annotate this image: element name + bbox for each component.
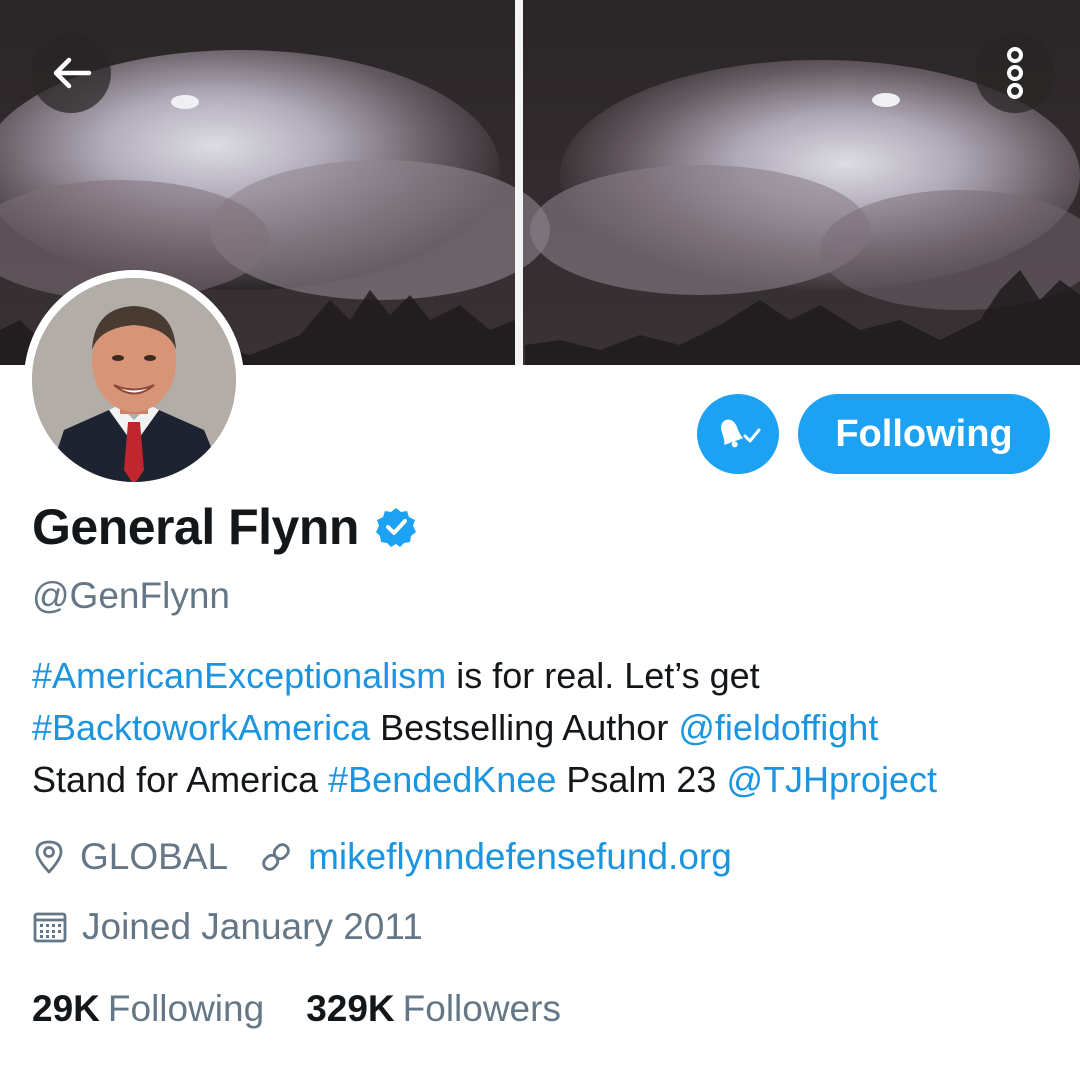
bio-line: #AmericanExceptionalism is for real. Let… — [32, 650, 1062, 702]
profile-meta-location-row: GLOBAL mikeflynndefensefund.org — [32, 836, 732, 878]
profile-handle: @GenFlynn — [32, 575, 230, 616]
followers-stat[interactable]: 329K Followers — [306, 988, 561, 1030]
profile-name-row: General Flynn — [32, 498, 417, 556]
arrow-left-icon — [53, 57, 92, 89]
following-button[interactable]: Following — [798, 394, 1050, 474]
profile-website-link[interactable]: mikeflynndefensefund.org — [308, 836, 732, 878]
hashtag-link[interactable]: #BendedKnee — [328, 759, 556, 800]
bio-text: Psalm 23 — [556, 759, 727, 800]
more-vertical-icon — [1007, 47, 1023, 99]
more-options-button[interactable] — [975, 33, 1055, 113]
following-count: 29K — [32, 988, 100, 1029]
profile-photo — [24, 270, 244, 490]
avatar[interactable] — [24, 270, 244, 490]
bell-check-icon — [721, 419, 761, 448]
back-button[interactable] — [31, 33, 111, 113]
location-pin-icon — [32, 839, 66, 875]
following-stat[interactable]: 29K Following — [32, 988, 264, 1030]
profile-joined-date: Joined January 2011 — [82, 906, 423, 947]
bio-line: Stand for America #BendedKnee Psalm 23 @… — [32, 754, 1062, 806]
bio-text: is for real. Let’s get — [446, 655, 760, 696]
profile-bio: #AmericanExceptionalism is for real. Let… — [32, 650, 1062, 806]
verified-badge-icon — [375, 506, 417, 548]
link-icon — [258, 839, 294, 875]
mention-link[interactable]: @fieldoffight — [678, 707, 878, 748]
mention-link[interactable]: @TJHproject — [726, 759, 937, 800]
bio-text: Stand for America — [32, 759, 329, 800]
followers-label: Followers — [402, 988, 561, 1029]
followers-count: 329K — [306, 988, 395, 1029]
profile-meta-joined-row: Joined January 2011 — [32, 906, 423, 948]
hashtag-link[interactable]: #AmericanExceptionalism — [32, 655, 446, 696]
notifications-button[interactable] — [697, 394, 779, 474]
profile-name: General Flynn — [32, 499, 359, 555]
calendar-icon — [32, 909, 68, 945]
profile-location: GLOBAL — [80, 836, 229, 877]
profile-stats: 29K Following 329K Followers — [32, 988, 561, 1030]
bio-text: Bestselling Author — [370, 707, 679, 748]
bio-line: #BacktoworkAmerica Bestselling Author @f… — [32, 702, 1062, 754]
hashtag-link[interactable]: #BacktoworkAmerica — [32, 707, 370, 748]
following-label: Following — [107, 988, 265, 1029]
